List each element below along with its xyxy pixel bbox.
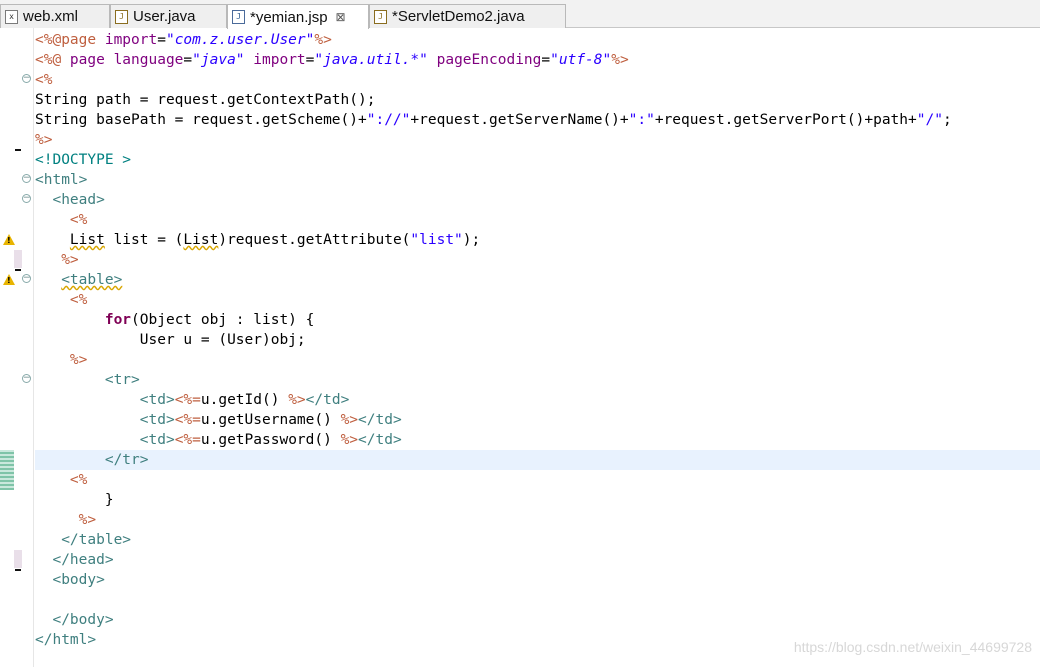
quick-diff-marker	[15, 269, 21, 271]
code-line: <!DOCTYPE >	[35, 152, 132, 168]
tab-servletdemo2-java[interactable]: J *ServletDemo2.java	[369, 4, 566, 28]
code-line: }	[104, 492, 114, 508]
code-line: List list = (List)request.getAttribute("…	[69, 232, 481, 248]
fold-toggle-icon[interactable]: −	[22, 74, 31, 83]
code-line: </table>	[61, 532, 132, 548]
jsp-file-icon: J	[232, 10, 245, 24]
editor-gutter: − − − − − ! !	[0, 28, 34, 667]
watermark: https://blog.csdn.net/weixin_44699728	[793, 639, 1032, 655]
java-file-icon: J	[374, 9, 387, 24]
xml-file-icon: x	[5, 9, 18, 24]
warning-glyph: !	[7, 236, 11, 245]
code-line: %>	[61, 252, 79, 268]
fold-toggle-icon[interactable]: −	[22, 194, 31, 203]
code-line: </body>	[52, 612, 114, 628]
warning-icon[interactable]: !	[3, 234, 15, 245]
quick-diff-added-marker	[0, 450, 14, 490]
quick-diff-marker	[15, 149, 21, 151]
code-line: %>	[69, 352, 88, 368]
fold-toggle-icon[interactable]: −	[22, 374, 31, 383]
code-line: <%@ page language="java" import="java.ut…	[35, 52, 629, 68]
tab-web-xml[interactable]: x web.xml	[0, 4, 110, 28]
code-line-current: </tr>	[35, 450, 1040, 470]
code-line: User u = (User)obj;	[139, 332, 306, 348]
code-line: <html>	[35, 172, 88, 188]
fold-toggle-icon[interactable]: −	[22, 174, 31, 183]
tab-label: *ServletDemo2.java	[392, 8, 525, 25]
tab-label: User.java	[133, 8, 196, 25]
tab-label: *yemian.jsp	[250, 8, 328, 26]
code-line: <%	[35, 72, 53, 88]
code-editor[interactable]: − − − − − ! ! <%@page import="com.z.user…	[0, 28, 1040, 667]
code-line: <tr>	[104, 372, 140, 388]
code-line: <table>	[61, 272, 123, 288]
java-file-icon: J	[115, 9, 128, 24]
code-line: <body>	[52, 572, 105, 588]
code-line: </head>	[52, 552, 114, 568]
code-line: for(Object obj : list) {	[104, 312, 315, 328]
code-line: <td><%=u.getUsername() %></td>	[139, 412, 402, 428]
tab-user-java[interactable]: J User.java	[110, 4, 227, 28]
code-line: <%	[69, 292, 88, 308]
code-line: String basePath = request.getScheme()+":…	[35, 112, 952, 128]
editor-tab-bar: x web.xml J User.java J *yemian.jsp ⊠ J …	[0, 0, 1040, 29]
code-line: %>	[78, 512, 97, 528]
code-text-area[interactable]: <%@page import="com.z.user.User"%> <%@ p…	[35, 30, 1040, 650]
quick-diff-marker	[14, 550, 22, 568]
tab-label: web.xml	[23, 8, 79, 25]
close-icon[interactable]: ⊠	[336, 10, 346, 24]
code-line: <td><%=u.getPassword() %></td>	[139, 432, 402, 448]
quick-diff-marker	[14, 250, 22, 268]
warning-glyph: !	[7, 276, 11, 285]
code-line: <%@page import="com.z.user.User"%>	[35, 32, 332, 48]
code-line: <head>	[52, 192, 105, 208]
code-line: %>	[35, 132, 53, 148]
quick-diff-marker	[15, 569, 21, 571]
code-line: <%	[69, 472, 88, 488]
fold-toggle-icon[interactable]: −	[22, 274, 31, 283]
warning-icon[interactable]: !	[3, 274, 15, 285]
code-line: String path = request.getContextPath();	[35, 92, 376, 108]
code-line: <%	[69, 212, 88, 228]
tab-yemian-jsp[interactable]: J *yemian.jsp ⊠	[227, 4, 369, 29]
code-line: <td><%=u.getId() %></td>	[139, 392, 350, 408]
